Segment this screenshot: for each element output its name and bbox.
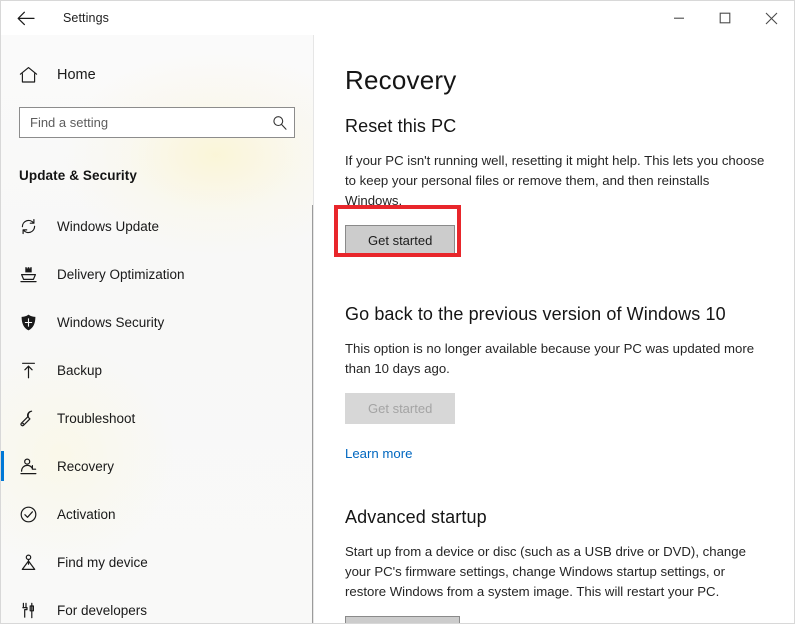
section-reset-this-pc: Reset this PC If your PC isn't running w… [345,116,766,256]
section-heading: Go back to the previous version of Windo… [345,304,726,324]
main-content: Recovery Reset this PC If your PC isn't … [314,35,794,623]
section-advanced-startup: Advanced startup Start up from a device … [345,507,766,623]
minimize-icon [674,17,684,19]
window-body: Home Update & Security [1,35,794,623]
developer-tools-icon [19,601,41,620]
sidebar-item-troubleshoot[interactable]: Troubleshoot [1,394,313,442]
restart-now-button[interactable]: Restart now [345,616,461,623]
section-heading: Reset this PC [345,116,457,136]
sidebar-item-label: For developers [57,602,148,618]
section-go-back: Go back to the previous version of Windo… [345,304,766,463]
sidebar-item-windows-update[interactable]: Windows Update [1,202,313,250]
sidebar-item-home[interactable]: Home [1,55,313,95]
delivery-optimization-icon [19,265,41,284]
window-title: Settings [63,11,109,25]
wrench-icon [19,409,41,428]
minimize-button[interactable] [656,1,702,35]
sidebar-nav-list: Windows Update Delivery Optimization Win… [1,202,313,623]
go-back-get-started-button: Get started [345,393,456,424]
maximize-icon [719,12,731,24]
search-box[interactable] [19,107,295,138]
sidebar-item-recovery[interactable]: Recovery [1,442,313,490]
section-description: If your PC isn't running well, resetting… [345,153,765,208]
sidebar: Home Update & Security [1,35,314,623]
section-description: Start up from a device or disc (such as … [345,544,746,599]
backup-upload-icon [19,361,41,380]
maximize-button[interactable] [702,1,748,35]
sidebar-home-label: Home [57,67,96,83]
search-icon [264,115,294,130]
check-circle-icon [19,505,41,524]
reset-pc-get-started-button[interactable]: Get started [345,225,456,256]
find-device-icon [19,553,41,572]
sidebar-item-label: Find my device [57,554,148,570]
sidebar-item-label: Troubleshoot [57,410,136,426]
sidebar-item-label: Recovery [57,458,115,474]
title-bar: Settings [1,1,794,35]
sidebar-item-backup[interactable]: Backup [1,346,313,394]
sidebar-item-delivery-optimization[interactable]: Delivery Optimization [1,250,313,298]
sidebar-item-label: Windows Update [57,218,160,234]
page-title: Recovery [345,65,457,95]
sidebar-item-label: Delivery Optimization [57,266,185,282]
sidebar-item-find-my-device[interactable]: Find my device [1,538,313,586]
search-input[interactable] [20,108,264,137]
sidebar-item-label: Backup [57,362,103,378]
section-description: This option is no longer available becau… [345,341,755,376]
sidebar-item-for-developers[interactable]: For developers [1,586,313,623]
sync-icon [19,217,41,236]
close-button[interactable] [748,1,794,35]
sidebar-item-windows-security[interactable]: Windows Security [1,298,313,346]
home-icon [19,66,41,84]
section-heading: Advanced startup [345,507,487,527]
learn-more-link[interactable]: Learn more [345,446,412,461]
sidebar-item-activation[interactable]: Activation [1,490,313,538]
sidebar-category-title: Update & Security [19,168,137,183]
sidebar-item-label: Activation [57,506,116,522]
window-controls [656,1,794,35]
settings-window: Settings Home Find a setting Update & Se… [0,0,795,624]
back-arrow-icon [17,11,35,25]
sidebar-item-label: Windows Security [57,314,165,330]
close-icon [765,12,777,24]
shield-icon [19,313,41,332]
recovery-icon [19,457,41,476]
back-button[interactable] [5,2,47,34]
